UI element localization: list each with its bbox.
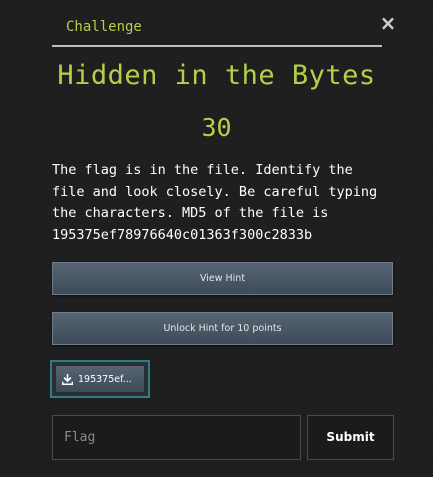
file-download-button[interactable]: 195375ef...	[50, 360, 150, 398]
tab-underline	[52, 45, 382, 47]
file-name-label: 195375ef...	[78, 373, 132, 385]
download-icon	[62, 373, 73, 385]
unlock-hint-button[interactable]: Unlock Hint for 10 points	[52, 312, 393, 345]
view-hint-button[interactable]: View Hint	[52, 262, 393, 295]
file-download-inner: 195375ef...	[56, 366, 144, 392]
challenge-points: 30	[201, 113, 232, 142]
challenge-description: The flag is in the file. Identify the fi…	[52, 160, 412, 246]
challenge-modal: × Challenge Hidden in the Bytes 30 The f…	[0, 0, 433, 477]
tab-challenge[interactable]: Challenge	[66, 19, 142, 35]
description-line: The flag is in the file. Identify the	[52, 162, 353, 178]
flag-input[interactable]	[52, 415, 301, 460]
description-line: the characters. MD5 of the file is	[52, 205, 329, 221]
description-line: file and look closely. Be careful typing	[52, 183, 378, 200]
close-icon[interactable]: ×	[378, 12, 398, 34]
challenge-title: Hidden in the Bytes	[57, 60, 376, 91]
description-line: 195375ef78976640c01363f300c2833b	[52, 226, 313, 243]
submit-button[interactable]: Submit	[307, 415, 394, 460]
